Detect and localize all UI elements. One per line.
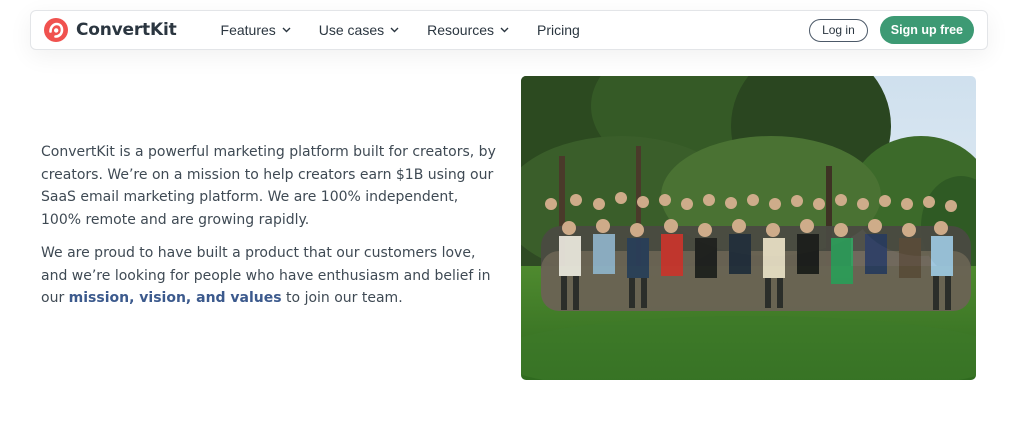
nav-item-label: Features <box>220 22 276 38</box>
chevron-down-icon <box>282 27 291 33</box>
auth-actions: Log in Sign up free <box>809 16 974 44</box>
nav-item-label: Resources <box>427 22 495 38</box>
nav-item-resources[interactable]: Resources <box>427 22 509 38</box>
nav-item-use-cases[interactable]: Use cases <box>319 22 399 38</box>
about-paragraph-1: ConvertKit is a powerful marketing platf… <box>41 144 496 228</box>
top-navbar: ConvertKit Features Use cases Resources … <box>30 10 988 50</box>
mission-vision-values-link[interactable]: mission, vision, and values <box>69 290 282 306</box>
nav-item-label: Pricing <box>537 22 580 38</box>
chevron-down-icon <box>500 27 509 33</box>
about-paragraph-2: We are proud to have built a product tha… <box>41 242 497 310</box>
login-button[interactable]: Log in <box>809 18 868 42</box>
signup-button[interactable]: Sign up free <box>879 16 974 44</box>
paragraph-text: to join our team. <box>281 290 403 306</box>
nav-item-label: Use cases <box>318 22 385 38</box>
nav-item-pricing[interactable]: Pricing <box>537 22 580 38</box>
chevron-down-icon <box>390 27 399 33</box>
team-group-photo <box>521 76 976 380</box>
convertkit-logo-icon <box>44 18 68 42</box>
nav-item-features[interactable]: Features <box>221 22 291 38</box>
brand-logo[interactable]: ConvertKit <box>43 17 177 43</box>
main-nav: Features Use cases Resources Pricing <box>221 22 608 38</box>
brand-name: ConvertKit <box>76 20 177 40</box>
about-copy: ConvertKit is a powerful marketing platf… <box>41 141 497 310</box>
